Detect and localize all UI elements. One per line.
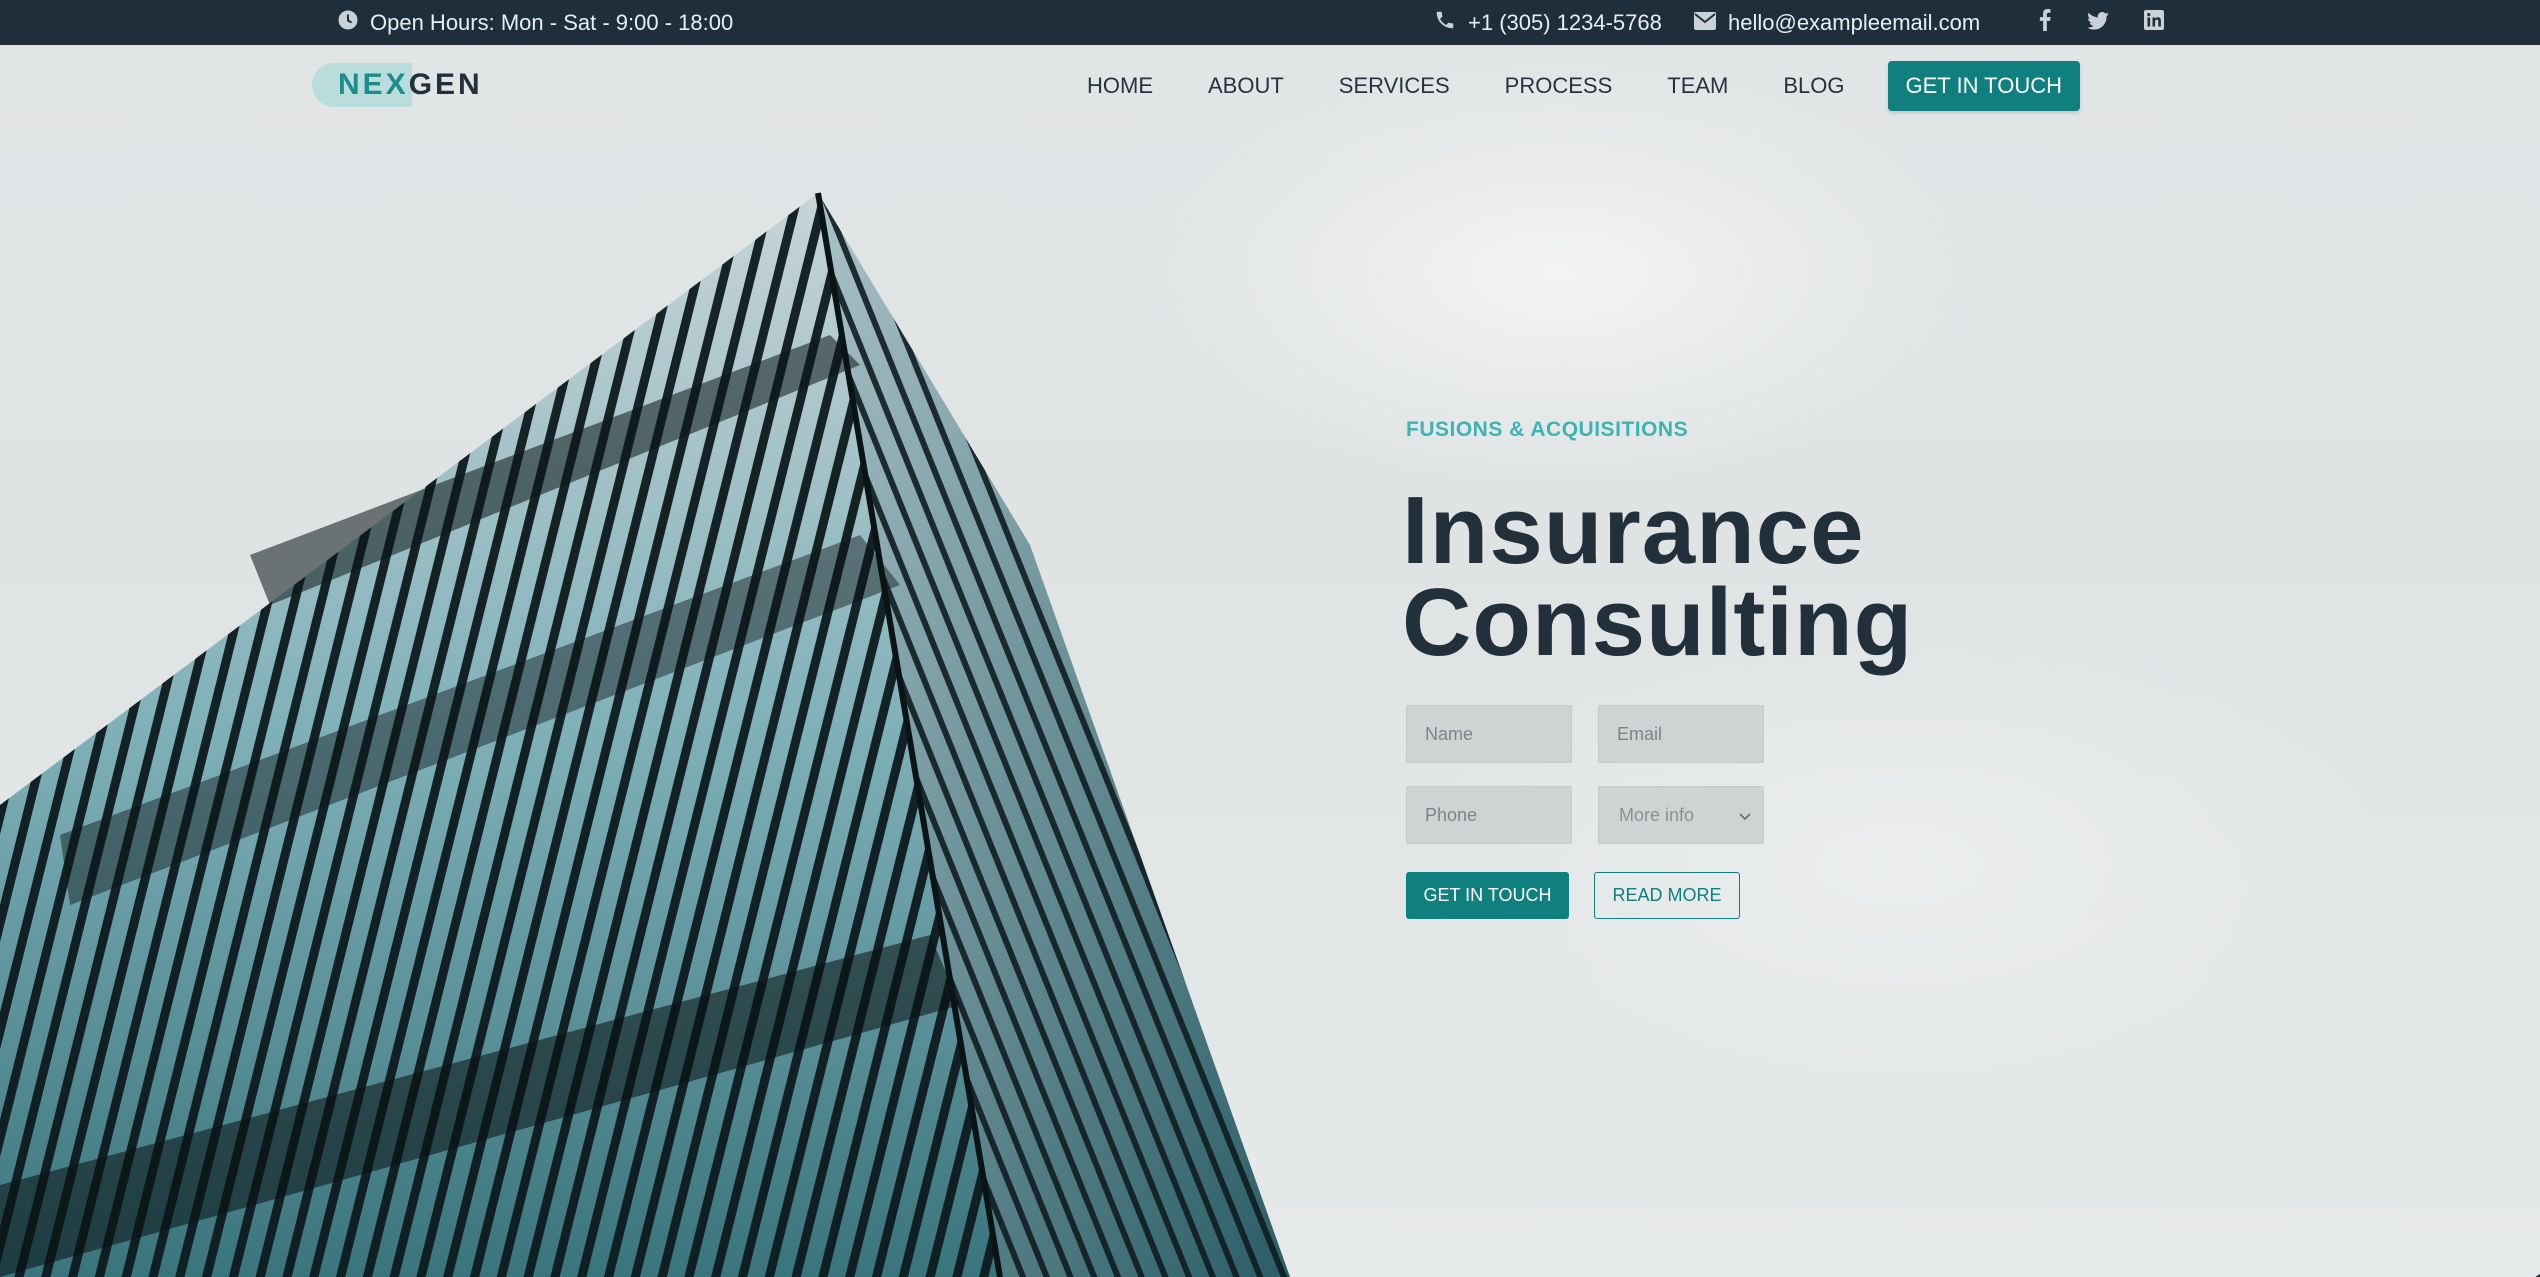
phone-input[interactable] [1406,786,1572,844]
top-info-bar: Open Hours: Mon - Sat - 9:00 - 18:00 +1 … [0,0,2540,45]
header-get-in-touch-button[interactable]: GET IN TOUCH [1887,61,2080,111]
nav-home[interactable]: HOME [1087,73,1153,99]
more-info-select[interactable]: More info [1598,786,1764,844]
main-nav: HOME ABOUT SERVICES PROCESS TEAM BLOG GE… [1032,61,2080,111]
phone-icon [1434,9,1456,37]
linkedin-icon[interactable] [2144,9,2164,36]
twitter-link[interactable] [2087,0,2109,45]
hero-section: NEXGEN HOME ABOUT SERVICES PROCESS TEAM … [0,45,2540,1277]
hero-title-line1: Insurance [1402,477,1865,584]
email-text[interactable]: hello@exampleemail.com [1728,10,1980,36]
nav-blog[interactable]: BLOG [1783,73,1844,99]
clock-icon [338,10,358,36]
facebook-link[interactable] [2038,0,2052,45]
logo-text: NEXGEN [338,65,483,105]
nexgen-logo[interactable]: NEXGEN [312,61,492,107]
phone-text[interactable]: +1 (305) 1234-5768 [1468,10,1662,36]
logo-part-nex: NEX [338,68,409,101]
name-input[interactable] [1406,705,1572,763]
email-input[interactable] [1598,705,1764,763]
read-more-button[interactable]: READ MORE [1594,872,1740,919]
phone-contact[interactable]: +1 (305) 1234-5768 [1434,0,1662,45]
get-in-touch-button[interactable]: GET IN TOUCH [1406,872,1569,919]
logo-part-gen: GEN [408,68,483,101]
hero-eyebrow: FUSIONS & ACQUISITIONS [1406,418,1689,441]
facebook-icon[interactable] [2038,8,2052,37]
twitter-icon[interactable] [2087,10,2109,36]
open-hours-text: Open Hours: Mon - Sat - 9:00 - 18:00 [370,9,734,35]
chevron-down-icon [1739,805,1751,826]
nav-about[interactable]: ABOUT [1208,73,1284,99]
email-contact[interactable]: hello@exampleemail.com [1694,0,1980,45]
nav-services[interactable]: SERVICES [1339,73,1450,99]
envelope-icon [1694,10,1716,36]
linkedin-link[interactable] [2144,0,2164,45]
nav-team[interactable]: TEAM [1667,73,1728,99]
skyscraper-image [0,192,1290,1277]
open-hours: Open Hours: Mon - Sat - 9:00 - 18:00 [338,0,733,45]
more-info-select-value: More info [1619,804,1695,825]
hero-title-line2: Consulting [1402,569,1914,676]
hero-title: Insurance Consulting [1402,477,1914,676]
chat-widget-button[interactable] [2532,1273,2540,1277]
nav-process[interactable]: PROCESS [1505,73,1613,99]
